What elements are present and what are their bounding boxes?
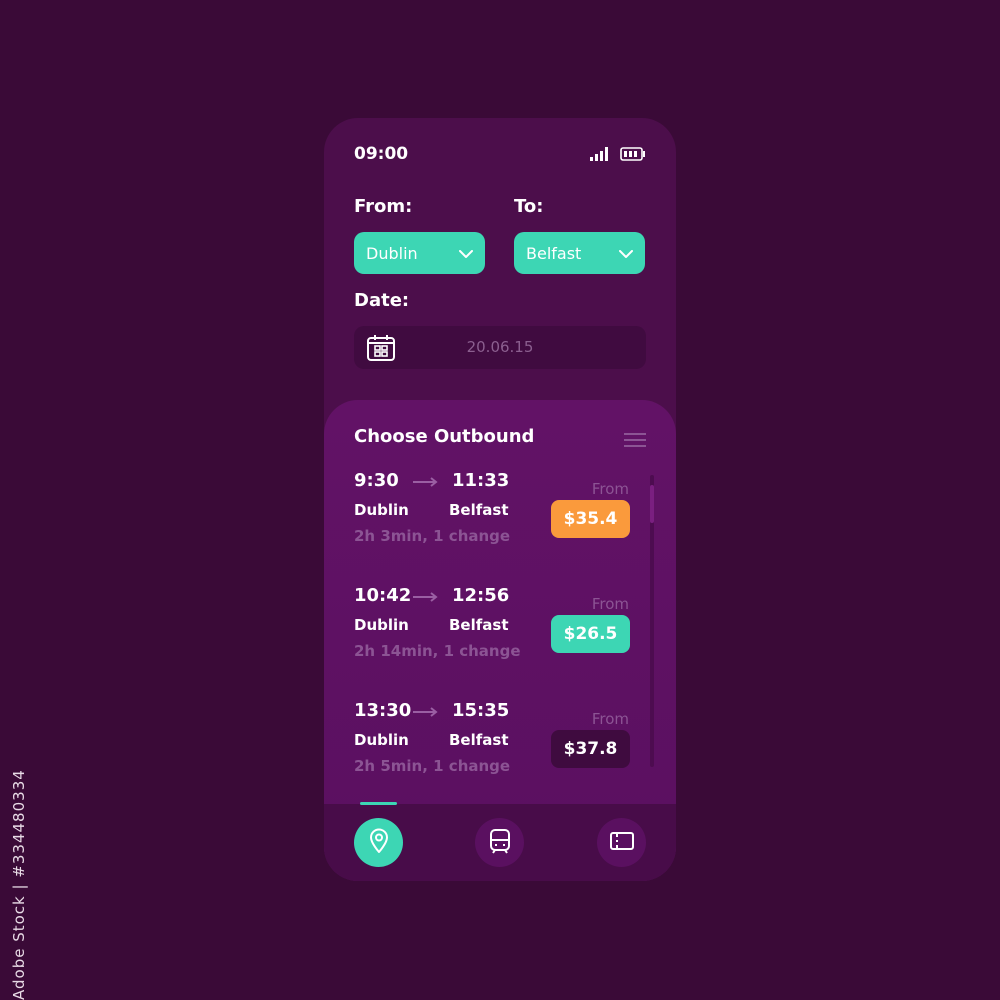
nav-location-button[interactable] bbox=[354, 818, 403, 867]
price-prefix: From bbox=[591, 710, 629, 728]
from-select-value: Dublin bbox=[366, 243, 418, 263]
active-tab-indicator bbox=[360, 802, 397, 805]
trip-duration: 2h 5min, 1 change bbox=[354, 757, 511, 775]
departure-time: 10:42 bbox=[354, 585, 412, 606]
price-badge[interactable]: $26.5 bbox=[551, 615, 630, 653]
price-prefix: From bbox=[591, 480, 629, 498]
nav-train-button[interactable] bbox=[475, 818, 524, 867]
origin-city: Dublin bbox=[354, 501, 409, 519]
status-time: 09:00 bbox=[354, 144, 409, 164]
destination-city: Belfast bbox=[449, 501, 509, 519]
status-bar: 09:00 bbox=[354, 144, 646, 168]
trip-duration: 2h 3min, 1 change bbox=[354, 527, 511, 545]
arrival-time: 15:35 bbox=[452, 700, 510, 721]
arrow-right-icon bbox=[412, 703, 438, 722]
to-select[interactable]: Belfast bbox=[514, 232, 645, 274]
ticket-icon bbox=[609, 831, 635, 855]
signal-icon bbox=[590, 146, 610, 165]
from-select[interactable]: Dublin bbox=[354, 232, 485, 274]
date-value: 20.06.15 bbox=[466, 338, 534, 356]
bottom-nav bbox=[324, 804, 676, 881]
departure-time: 9:30 bbox=[354, 470, 399, 491]
trip-row[interactable]: 13:30 15:35 Dublin Belfast 2h 5min, 1 ch… bbox=[354, 700, 644, 790]
panel-title: Choose Outbound bbox=[354, 426, 535, 447]
price-prefix: From bbox=[591, 595, 629, 613]
arrival-time: 12:56 bbox=[452, 585, 510, 606]
arrow-right-icon bbox=[412, 588, 438, 607]
price-badge[interactable]: $37.8 bbox=[551, 730, 630, 768]
date-label: Date: bbox=[354, 290, 410, 311]
nav-ticket-button[interactable] bbox=[597, 818, 646, 867]
trip-row[interactable]: 9:30 11:33 Dublin Belfast 2h 3min, 1 cha… bbox=[354, 470, 644, 560]
trip-row[interactable]: 10:42 12:56 Dublin Belfast 2h 14min, 1 c… bbox=[354, 585, 644, 675]
arrival-time: 11:33 bbox=[452, 470, 510, 491]
destination-city: Belfast bbox=[449, 616, 509, 634]
trip-duration: 2h 14min, 1 change bbox=[354, 642, 521, 660]
destination-city: Belfast bbox=[449, 731, 509, 749]
price-badge[interactable]: $35.4 bbox=[551, 500, 630, 538]
battery-icon bbox=[620, 146, 646, 165]
from-label: From: bbox=[354, 196, 413, 217]
location-pin-icon bbox=[368, 828, 390, 858]
arrow-right-icon bbox=[412, 473, 438, 492]
date-field[interactable]: 20.06.15 bbox=[354, 326, 646, 369]
phone-screen: 09:00 From: To: Dublin Belfast Date: 20.… bbox=[324, 118, 676, 881]
departure-time: 13:30 bbox=[354, 700, 412, 721]
to-label: To: bbox=[514, 196, 544, 217]
origin-city: Dublin bbox=[354, 616, 409, 634]
train-icon bbox=[489, 828, 511, 858]
stock-id-watermark: Adobe Stock | #334480334 bbox=[10, 769, 28, 1000]
origin-city: Dublin bbox=[354, 731, 409, 749]
scrollbar[interactable] bbox=[650, 475, 654, 767]
chevron-down-icon bbox=[619, 244, 633, 263]
scrollbar-thumb[interactable] bbox=[650, 485, 654, 523]
chevron-down-icon bbox=[459, 244, 473, 263]
menu-icon[interactable] bbox=[624, 432, 646, 451]
to-select-value: Belfast bbox=[526, 243, 582, 263]
